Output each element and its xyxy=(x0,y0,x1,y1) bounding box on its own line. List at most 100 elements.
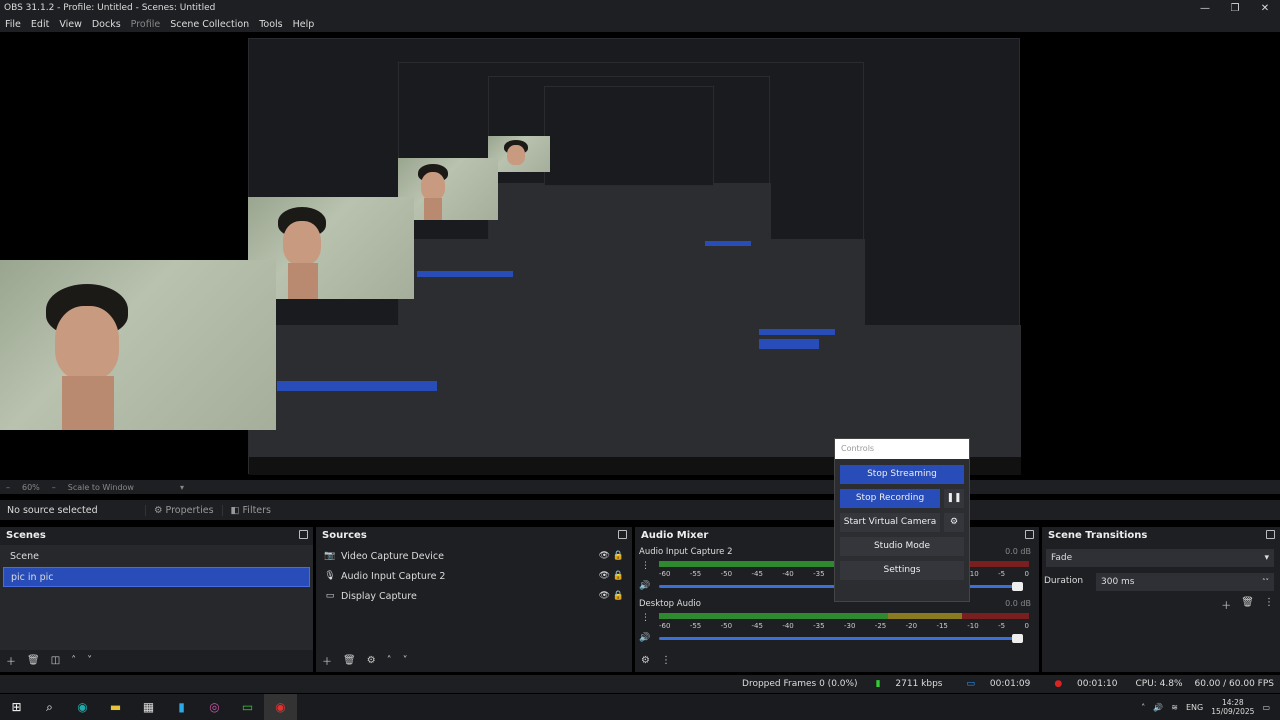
advanced-audio-icon[interactable]: ⚙ xyxy=(641,655,650,666)
volume-slider[interactable] xyxy=(659,634,1023,643)
preview-canvas[interactable] xyxy=(0,32,1280,480)
scene-transitions-dock: Scene Transitions Fade ▾ Duration 300 ms ˄… xyxy=(1042,527,1280,672)
menu-tools[interactable]: Tools xyxy=(254,19,287,30)
source-item-display-capture[interactable]: ▭ Display Capture 👁 🔒 xyxy=(316,586,632,606)
file-explorer-icon[interactable]: ▬ xyxy=(99,694,132,720)
maximize-button[interactable]: ❐ xyxy=(1220,3,1250,14)
stream-time-value: 00:01:09 xyxy=(989,679,1031,689)
duration-value: 300 ms xyxy=(1101,577,1135,587)
lock-icon[interactable]: 🔒 xyxy=(613,591,624,601)
lock-icon[interactable]: 🔒 xyxy=(613,551,624,561)
speaker-icon[interactable]: 🔊 xyxy=(639,633,650,643)
app-icon-2[interactable]: ▮ xyxy=(165,694,198,720)
menu-edit[interactable]: Edit xyxy=(26,19,54,30)
channel-name: Desktop Audio xyxy=(639,599,701,609)
zoom-minus[interactable]: – xyxy=(0,483,16,492)
lock-icon[interactable]: 🔒 xyxy=(613,571,624,581)
scene-item-scene[interactable]: Scene xyxy=(3,547,310,567)
menu-help[interactable]: Help xyxy=(288,19,320,30)
notification-icon[interactable]: ▭ xyxy=(1262,703,1270,712)
eye-icon[interactable]: 👁 xyxy=(599,571,610,581)
filters-button[interactable]: ◧ Filters xyxy=(221,504,279,516)
sources-title: Sources xyxy=(322,530,367,541)
stop-streaming-button[interactable]: Stop Streaming xyxy=(840,465,964,484)
zoom-level: 60% xyxy=(22,482,40,492)
cpu-usage: CPU: 4.8% xyxy=(1135,679,1183,689)
add-source-icon[interactable]: ＋ xyxy=(322,653,332,668)
controls-header: Controls xyxy=(835,439,969,459)
undock-icon[interactable] xyxy=(299,530,308,539)
more-icon[interactable]: ⋮ xyxy=(641,561,650,571)
trash-icon[interactable]: 🗑 xyxy=(1241,597,1254,612)
more-icon[interactable]: ⋮ xyxy=(641,613,650,623)
zoom-plus[interactable]: – xyxy=(46,483,62,492)
chrome-icon[interactable]: ◎ xyxy=(198,694,231,720)
studio-mode-button[interactable]: Studio Mode xyxy=(840,537,964,556)
nested-stop-recording xyxy=(759,339,819,349)
menu-profile[interactable]: Profile xyxy=(126,19,166,30)
pause-icon[interactable]: ❚❚ xyxy=(944,489,964,508)
trash-icon[interactable]: 🗑 xyxy=(343,655,356,666)
window-title: OBS 31.1.2 - Profile: Untitled - Scenes:… xyxy=(4,3,216,13)
scene-item-pic-in-pic[interactable]: pic in pic xyxy=(3,567,310,587)
duration-input[interactable]: 300 ms ˄˅ xyxy=(1096,573,1274,591)
volume-meter xyxy=(659,613,1029,619)
transitions-title: Scene Transitions xyxy=(1048,530,1148,541)
mixer-toolbar: ⚙ ⋮ xyxy=(635,652,1039,668)
move-up-icon[interactable]: ˄ xyxy=(71,655,76,666)
undock-icon[interactable] xyxy=(618,530,627,539)
source-label: Audio Input Capture 2 xyxy=(341,570,446,582)
speaker-icon[interactable]: 🔊 xyxy=(639,581,650,591)
move-up-icon[interactable]: ˄ xyxy=(387,655,392,666)
eye-icon[interactable]: 👁 xyxy=(599,551,610,561)
slider-handle[interactable] xyxy=(1012,582,1023,591)
gear-icon[interactable]: ⚙ xyxy=(367,655,376,666)
settings-button[interactable]: Settings xyxy=(840,561,964,580)
terminal-icon[interactable]: ▭ xyxy=(231,694,264,720)
undock-icon[interactable] xyxy=(1025,530,1034,539)
close-button[interactable]: ✕ xyxy=(1250,3,1280,14)
stop-recording-button[interactable]: Stop Recording xyxy=(840,489,940,508)
rec-time-value: 00:01:10 xyxy=(1077,679,1118,689)
start-virtual-camera-button[interactable]: Start Virtual Camera xyxy=(840,513,940,532)
duration-label: Duration xyxy=(1044,576,1084,586)
scenes-toolbar: ＋ 🗑 ◫ ˄ ˅ xyxy=(0,652,313,668)
minimize-button[interactable]: — xyxy=(1190,3,1220,14)
channel-db: 0.0 dB xyxy=(1005,547,1031,556)
menu-view[interactable]: View xyxy=(54,19,87,30)
windows-start-icon[interactable]: ⊞ xyxy=(0,694,33,720)
source-item-video-capture[interactable]: 📷 Video Capture Device 👁 🔒 xyxy=(316,546,632,566)
gear-icon[interactable]: ⚙ xyxy=(944,513,964,532)
scale-mode-select[interactable]: Scale to Window xyxy=(62,483,140,492)
language[interactable]: ENG xyxy=(1186,703,1203,712)
app-icon[interactable]: ▦ xyxy=(132,694,165,720)
move-down-icon[interactable]: ˅ xyxy=(87,655,92,666)
chevron-down-icon[interactable]: ▾ xyxy=(140,483,190,492)
status-bar: Dropped Frames 0 (0.0%) ▮ 2711 kbps ▭ 00… xyxy=(0,675,1280,693)
add-transition-icon[interactable]: ＋ xyxy=(1221,597,1231,612)
clock[interactable]: 14:28 15/09/2025 xyxy=(1211,698,1254,716)
trash-icon[interactable]: 🗑 xyxy=(27,655,40,666)
wifi-icon[interactable]: ≋ xyxy=(1171,703,1178,712)
more-icon[interactable]: ⋮ xyxy=(1264,597,1274,612)
sources-list: 📷 Video Capture Device 👁 🔒 🎙 Audio Input… xyxy=(316,545,632,650)
menu-file[interactable]: File xyxy=(0,19,26,30)
source-item-audio-input[interactable]: 🎙 Audio Input Capture 2 👁 🔒 xyxy=(316,566,632,586)
volume-icon[interactable]: 🔊 xyxy=(1153,703,1163,712)
menu-docks[interactable]: Docks xyxy=(87,19,126,30)
undock-icon[interactable] xyxy=(1266,530,1275,539)
scene-filters-icon[interactable]: ◫ xyxy=(51,655,60,666)
edge-icon[interactable]: ◉ xyxy=(66,694,99,720)
obs-icon[interactable]: ◉ xyxy=(264,694,297,720)
move-down-icon[interactable]: ˅ xyxy=(403,655,408,666)
chevron-up-icon[interactable]: ˄ xyxy=(1141,703,1145,712)
menu-scene-collection[interactable]: Scene Collection xyxy=(165,19,254,30)
transition-select[interactable]: Fade ▾ xyxy=(1046,549,1274,567)
slider-handle[interactable] xyxy=(1012,634,1023,643)
eye-icon[interactable]: 👁 xyxy=(599,591,610,601)
add-scene-icon[interactable]: ＋ xyxy=(6,653,16,668)
spin-icon[interactable]: ˄˅ xyxy=(1262,573,1269,591)
more-icon[interactable]: ⋮ xyxy=(661,655,671,666)
search-icon[interactable]: ⌕ xyxy=(33,694,66,720)
properties-button[interactable]: ⚙ Properties xyxy=(145,504,222,516)
